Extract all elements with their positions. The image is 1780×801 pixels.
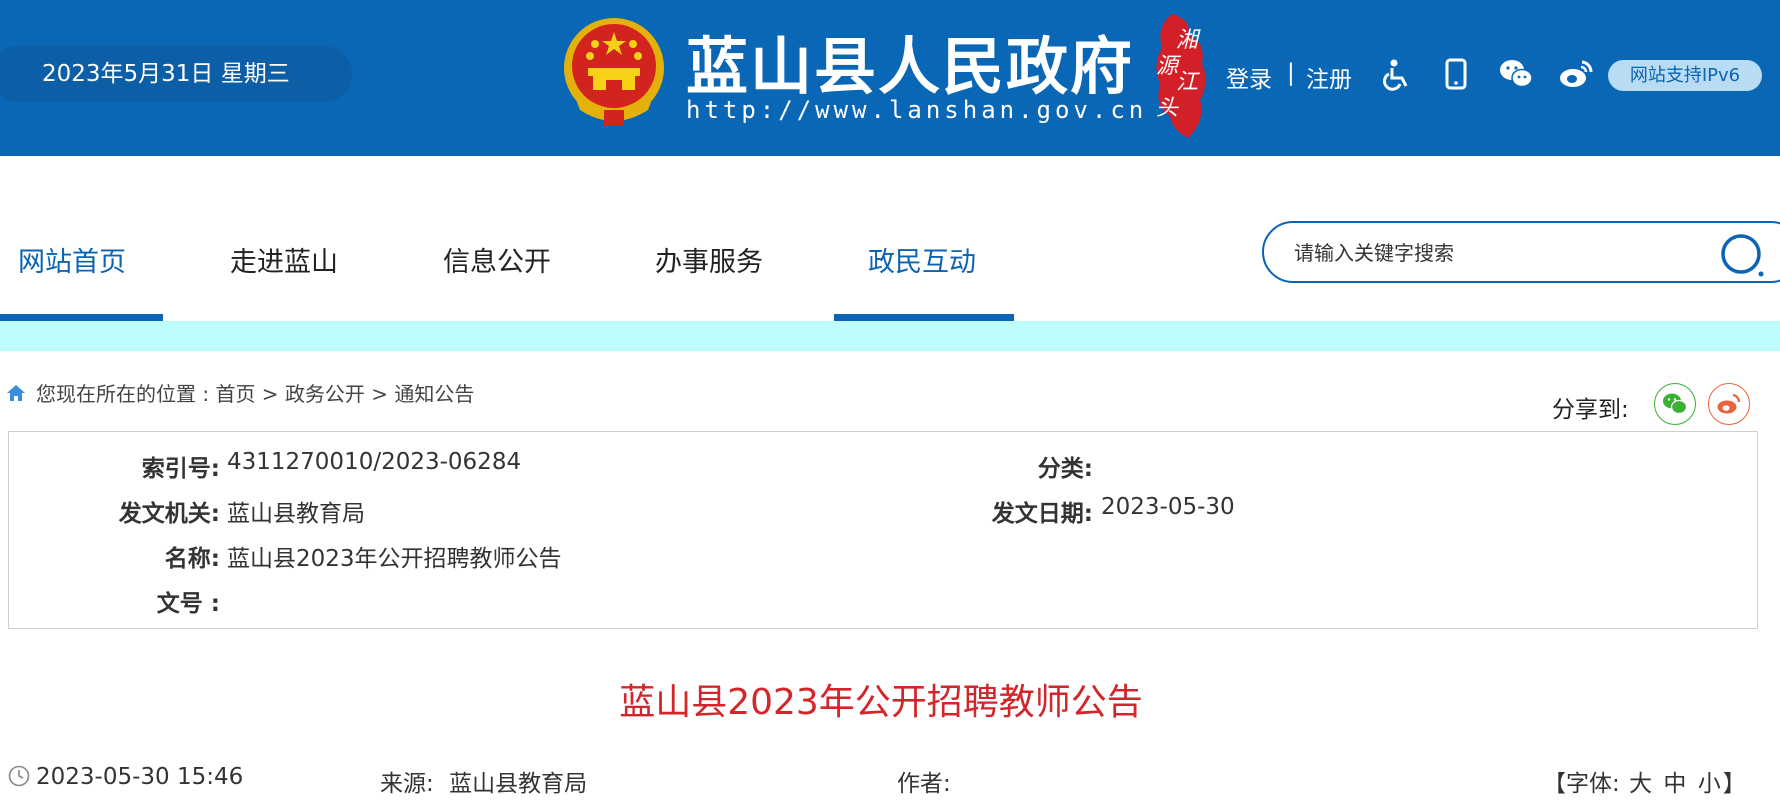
issuer-value: 蓝山县教育局 xyxy=(227,501,365,527)
font-size-close-bracket: 】 xyxy=(1722,771,1746,797)
mobile-icon[interactable] xyxy=(1438,56,1474,92)
share-weibo-button[interactable] xyxy=(1708,383,1750,425)
weibo-icon xyxy=(1717,393,1741,414)
source-info: 来源: 蓝山县教育局 xyxy=(380,764,587,798)
nav-active-underline-home xyxy=(0,314,163,321)
nav-item-home[interactable]: 网站首页 xyxy=(18,240,126,279)
seal-char-3: 源 xyxy=(1156,54,1179,79)
font-size-label: 【字体: xyxy=(1543,771,1620,797)
current-date: 2023年5月31日 星期三 xyxy=(0,46,352,102)
search-icon[interactable] xyxy=(1718,231,1766,279)
author-label: 作者: xyxy=(897,771,951,797)
seal-char-1: 湘 xyxy=(1176,28,1199,53)
seal-char-2: 江 xyxy=(1176,70,1199,95)
nav-item-about-lanshan[interactable]: 走进蓝山 xyxy=(230,240,338,279)
breadcrumb-prefix: 您现在所在的位置 : xyxy=(36,382,216,406)
ipv6-badge: 网站支持IPv6 xyxy=(1608,60,1762,91)
breadcrumb-home[interactable]: 首页 xyxy=(215,382,255,406)
category-label: 分类: xyxy=(1037,456,1093,482)
index-number-label: 索引号: xyxy=(141,456,220,482)
source-label: 来源: xyxy=(380,771,434,797)
font-size-small[interactable]: 小 xyxy=(1698,771,1721,797)
publish-datetime-value: 2023-05-30 15:46 xyxy=(36,764,244,790)
doc-number-label: 文号 : xyxy=(156,591,220,617)
nav-active-underline-interaction xyxy=(834,314,1014,321)
clock-icon xyxy=(8,765,30,787)
seal-char-4: 头 xyxy=(1156,96,1179,121)
breadcrumb-separator: > xyxy=(255,382,285,406)
site-header: 2023年5月31日 星期三 蓝山县人民政府 http://www.lansha… xyxy=(0,0,1780,156)
site-url: http://www.lanshan.gov.cn xyxy=(686,96,1148,124)
issue-date-value: 2023-05-30 xyxy=(1101,494,1235,520)
nav-item-info-disclosure[interactable]: 信息公开 xyxy=(443,240,551,279)
source-value: 蓝山县教育局 xyxy=(449,771,588,797)
accessibility-icon[interactable] xyxy=(1378,56,1414,92)
breadcrumb-gov-affairs[interactable]: 政务公开 xyxy=(285,382,365,406)
home-icon xyxy=(7,385,25,401)
share-label: 分享到: xyxy=(1552,397,1629,423)
search-input[interactable] xyxy=(1292,237,1686,269)
doc-name-label: 名称: xyxy=(164,546,220,572)
issuer-label: 发文机关: xyxy=(118,501,220,527)
wechat-icon[interactable] xyxy=(1498,56,1534,92)
index-number-value: 4311270010/2023-06284 xyxy=(227,449,522,475)
breadcrumb-notices[interactable]: 通知公告 xyxy=(394,382,474,406)
site-title: 蓝山县人民政府 xyxy=(686,30,1135,103)
national-emblem-icon xyxy=(564,18,664,126)
doc-name-value: 蓝山县2023年公开招聘教师公告 xyxy=(227,546,562,572)
font-size-large[interactable]: 大 xyxy=(1629,771,1652,797)
nav-item-services[interactable]: 办事服务 xyxy=(655,240,763,279)
weibo-icon[interactable] xyxy=(1558,56,1594,92)
nav-item-interaction[interactable]: 政民互动 xyxy=(868,240,976,279)
font-size-medium[interactable]: 中 xyxy=(1663,771,1686,797)
search-box xyxy=(1262,221,1780,283)
breadcrumb: 您现在所在的位置 : 首页 > 政务公开 > 通知公告 xyxy=(6,378,474,407)
font-size-control: 【字体: 大 中 小】 xyxy=(1543,764,1746,798)
login-link[interactable]: 登录 xyxy=(1226,60,1272,94)
wechat-icon xyxy=(1663,393,1688,415)
login-register-separator: | xyxy=(1287,60,1295,86)
share-wechat-button[interactable] xyxy=(1654,383,1696,425)
register-link[interactable]: 注册 xyxy=(1306,60,1352,94)
document-info-panel: 索引号: 4311270010/2023-06284 分类: 发文机关: 蓝山县… xyxy=(8,431,1758,629)
nav-divider-band xyxy=(0,321,1780,351)
publish-datetime: 2023-05-30 15:46 xyxy=(8,764,243,790)
author-info: 作者: xyxy=(897,764,951,798)
breadcrumb-separator: > xyxy=(364,382,395,406)
issue-date-label: 发文日期: xyxy=(991,501,1093,527)
article-title: 蓝山县2023年公开招聘教师公告 xyxy=(619,682,1143,723)
